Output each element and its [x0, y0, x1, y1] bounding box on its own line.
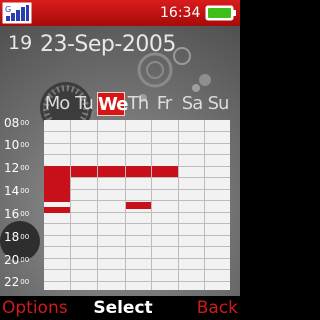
grid-column-divider [70, 120, 71, 290]
clock: 16:34 [160, 5, 201, 21]
signal-strength-icon: G [2, 2, 32, 24]
grid-row-line [44, 281, 230, 282]
event-block-wednesday[interactable] [98, 166, 125, 177]
back-softkey[interactable]: Back [192, 297, 238, 319]
grid-column-divider [151, 120, 152, 290]
hour-label-12: 1200 [4, 161, 30, 175]
event-block-monday-midday[interactable] [44, 166, 70, 202]
grid-row-line [44, 154, 230, 155]
hour-label-20: 2000 [4, 253, 30, 267]
hour-label-22: 2200 [4, 275, 30, 289]
hour-label-18: 1800 [4, 230, 30, 244]
hour-label-14: 1400 [4, 184, 30, 198]
grid-row-line [44, 258, 230, 259]
selected-date: 23-Sep-2005 [40, 32, 176, 57]
grid-row-line [44, 269, 230, 270]
calendar-week-view: G 16:34 19 23-Sep-2005 Mo Tu We Th Fr Sa… [0, 0, 240, 320]
event-block-friday[interactable] [152, 166, 178, 177]
grid-row-line [44, 235, 230, 236]
grid-row-line [44, 200, 230, 201]
event-block-thursday[interactable] [126, 166, 151, 177]
day-header-su[interactable]: Su [205, 92, 231, 116]
grid-row-line [44, 189, 230, 190]
day-header-sa[interactable]: Sa [179, 92, 205, 116]
grid-row-line [44, 143, 230, 144]
day-header-th[interactable]: Th [125, 92, 151, 116]
hour-label-10: 1000 [4, 138, 30, 152]
grid-row-line [44, 212, 230, 213]
day-header-mo[interactable]: Mo [44, 92, 71, 116]
day-header-we-selected[interactable]: We [97, 92, 128, 116]
grid-column-divider [97, 120, 98, 290]
hour-label-08: 0800 [4, 116, 30, 130]
day-header-tu[interactable]: Tu [71, 92, 97, 116]
day-header-fr[interactable]: Fr [151, 92, 177, 116]
event-block-tuesday[interactable] [71, 166, 97, 177]
event-block-thursday-afternoon[interactable] [126, 202, 151, 209]
grid-column-divider [204, 120, 205, 290]
grid-row-line [44, 223, 230, 224]
grid-row-line [44, 177, 230, 178]
status-bar: G 16:34 [0, 0, 240, 26]
options-softkey[interactable]: Options [2, 297, 72, 319]
softkey-bar: Options Select Back [0, 296, 240, 320]
svg-text:G: G [5, 5, 11, 14]
hour-label-16: 1600 [4, 207, 30, 221]
grid-column-divider [178, 120, 179, 290]
grid-row-line [44, 131, 230, 132]
battery-icon [205, 5, 236, 21]
week-grid[interactable] [44, 120, 230, 290]
grid-row-line [44, 246, 230, 247]
select-softkey[interactable]: Select [88, 297, 158, 319]
week-number: 19 [8, 32, 33, 54]
event-block-monday-afternoon[interactable] [44, 207, 70, 213]
